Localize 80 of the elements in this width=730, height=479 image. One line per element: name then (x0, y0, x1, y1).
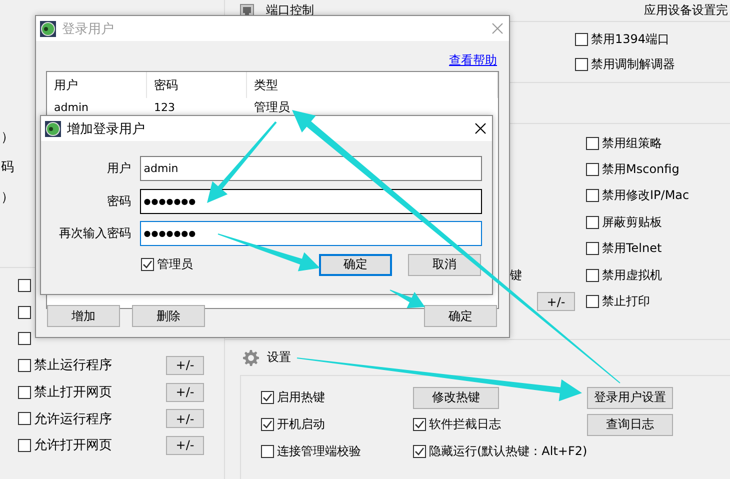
checkbox[interactable] (586, 189, 599, 202)
checkbox-label: 禁止打开网页 (34, 384, 112, 402)
edit-button[interactable]: +/- (537, 292, 575, 312)
app-icon (45, 120, 61, 136)
checkbox-label: 允许运行程序 (34, 410, 112, 428)
checkbox[interactable] (18, 386, 31, 399)
checkbox-label: 禁用调制解调器 (591, 56, 675, 73)
checkbox-label: 管理员 (157, 256, 193, 273)
table-cell-text: 管理员 (253, 98, 291, 116)
label-fragment: 键 (510, 268, 522, 282)
checkbox-label: 屏蔽剪贴板 (602, 214, 662, 231)
checkbox[interactable] (261, 418, 274, 431)
edit-button[interactable]: +/- (166, 382, 204, 402)
checkbox-label: 禁用Msconfig (602, 161, 680, 178)
section-title: 设置 (267, 349, 291, 366)
edit-button[interactable]: +/- (166, 356, 204, 375)
checkbox-label: 禁用Telnet (602, 240, 662, 258)
table-cell-text: admin (53, 100, 90, 116)
settings-button[interactable]: 修改热键 (413, 386, 499, 408)
app-icon (40, 20, 56, 36)
checkbox-label: 软件拦截日志 (429, 416, 501, 433)
checkbox-label: 禁用修改IP/Mac (602, 187, 690, 204)
checkbox[interactable] (18, 412, 31, 426)
window-title: 增加登录用户 (67, 120, 145, 138)
label-fragment: ） (1, 189, 14, 206)
field-label: 密码 (106, 192, 131, 210)
checkbox[interactable] (575, 58, 588, 71)
checkbox[interactable] (18, 278, 31, 292)
checkbox[interactable] (141, 258, 154, 271)
checkbox-label: 允许打开网页 (34, 437, 112, 454)
column-header: 密码 (147, 72, 247, 98)
checkbox[interactable] (261, 445, 274, 458)
dialog-button[interactable]: 取消 (408, 254, 481, 276)
edit-button[interactable]: +/- (166, 436, 204, 455)
checkbox[interactable] (586, 216, 599, 229)
checkbox[interactable] (413, 418, 426, 431)
checkbox[interactable] (586, 242, 599, 256)
edit-button[interactable]: +/- (166, 409, 204, 428)
input-field[interactable]: admin (140, 156, 482, 181)
checkbox[interactable] (18, 332, 31, 346)
checkbox[interactable] (261, 391, 274, 404)
checkbox-label: 禁用组策略 (602, 134, 662, 152)
checkbox-label: 启用热键 (277, 389, 325, 406)
dialog-button[interactable]: 增加 (47, 305, 120, 327)
column-header: 类型 (247, 72, 498, 98)
checkbox[interactable] (586, 295, 599, 308)
settings-button[interactable]: 查询日志 (587, 414, 673, 436)
checkbox-label: 禁止运行程序 (34, 357, 112, 374)
checkbox-label: 禁用虚拟机 (602, 266, 662, 284)
ok-button[interactable]: 确定 (424, 305, 497, 327)
section-title: 端口控制 (266, 2, 314, 19)
field-label: 用户 (106, 160, 131, 177)
checkbox[interactable] (586, 136, 599, 150)
settings-icon (243, 350, 259, 366)
input-field[interactable]: ●●●●●●● (140, 221, 482, 246)
column-header: 用户 (47, 72, 147, 98)
label-fragment: ） (1, 129, 14, 146)
window-title: 登录用户 (62, 20, 114, 38)
checkbox-label: 禁止打印 (602, 293, 650, 310)
help-link[interactable]: 查看帮助 (449, 52, 497, 69)
checkbox[interactable] (413, 445, 426, 458)
field-label: 再次输入密码 (58, 225, 131, 242)
input-field[interactable]: ●●●●●●● (140, 188, 482, 214)
checkbox[interactable] (575, 33, 588, 46)
checkbox[interactable] (18, 358, 31, 372)
close-icon[interactable] (475, 123, 486, 134)
checkbox-label: 连接管理端校验 (277, 443, 361, 460)
checkbox-label: 隐藏运行(默认热键：Alt+F2) (429, 443, 588, 460)
checkbox[interactable] (18, 438, 31, 452)
dialog-button[interactable]: 确定 (319, 254, 392, 276)
checkbox[interactable] (586, 163, 599, 176)
label-fragment: 码 (1, 159, 14, 176)
settings-button[interactable]: 登录用户设置 (587, 386, 673, 408)
checkbox[interactable] (586, 268, 599, 282)
checkbox-label: 禁用1394端口 (591, 31, 670, 48)
checkbox[interactable] (18, 306, 31, 319)
status-text: 应用设备设置完 (644, 2, 728, 19)
checkbox-label: 开机启动 (277, 416, 325, 433)
table-cell-text: 123 (153, 100, 176, 116)
dialog-button[interactable]: 删除 (132, 305, 205, 327)
